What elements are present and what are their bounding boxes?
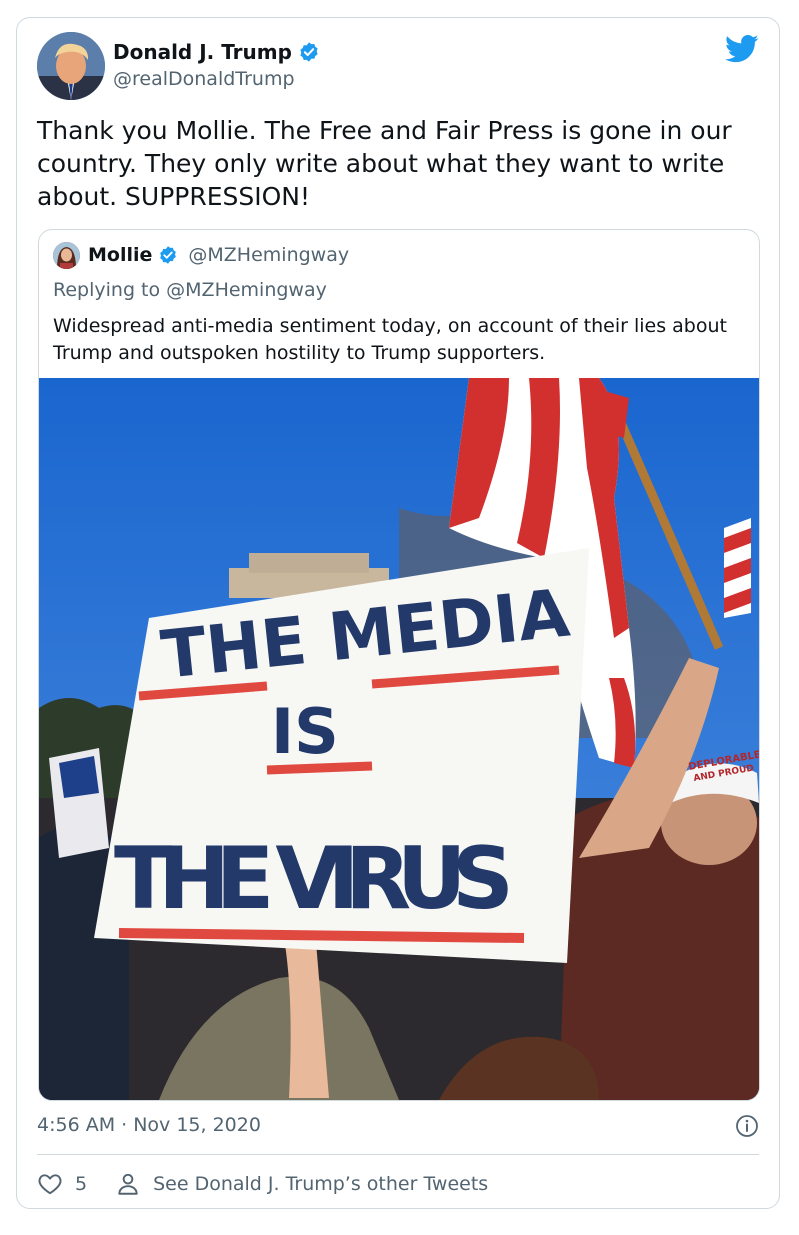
quoted-author-name[interactable]: Mollie	[88, 244, 152, 266]
tweet-text: Thank you Mollie. The Free and Fair Pres…	[37, 116, 732, 211]
verified-badge-icon	[300, 42, 318, 62]
info-icon[interactable]	[735, 1114, 759, 1138]
heart-icon[interactable]	[37, 1171, 63, 1197]
actions-divider	[37, 1154, 759, 1155]
quoted-author-avatar-image	[53, 242, 80, 269]
sign-line-3: THE VIRUS	[114, 829, 514, 929]
tweet-card[interactable]: Donald J. Trump @realDonaldTrump Thank y…	[16, 17, 780, 1209]
author-handle[interactable]: @realDonaldTrump	[113, 68, 295, 90]
author-display-name[interactable]: Donald J. Trump	[113, 40, 292, 64]
protest-photo[interactable]: THE MEDIA IS THE VIRUS DEPLORABLE AND PR…	[39, 378, 759, 1100]
see-other-tweets-link[interactable]: See Donald J. Trump’s other Tweets	[153, 1173, 488, 1195]
quoted-tweet-text: Widespread anti-media sentiment today, o…	[53, 315, 727, 364]
author-avatar[interactable]	[37, 32, 105, 100]
sign-line-2: IS	[271, 695, 339, 768]
person-icon[interactable]	[115, 1171, 141, 1197]
quoted-author-handle[interactable]: @MZHemingway	[188, 244, 349, 266]
tweet-timestamp[interactable]: 4:56 AM · Nov 15, 2020	[37, 1114, 261, 1136]
quoted-author-avatar[interactable]	[53, 242, 80, 269]
quoted-tweet[interactable]: Mollie @MZHemingway Replying to @MZHemin…	[38, 229, 760, 1101]
replying-to-label: Replying to @MZHemingway	[53, 279, 327, 301]
verified-badge-icon	[160, 246, 177, 264]
like-count[interactable]: 5	[75, 1173, 87, 1195]
author-avatar-image	[37, 32, 105, 100]
tweet-actions: 5 See Donald J. Trump’s other Tweets	[37, 1171, 488, 1197]
twitter-bird-icon[interactable]	[725, 34, 759, 64]
